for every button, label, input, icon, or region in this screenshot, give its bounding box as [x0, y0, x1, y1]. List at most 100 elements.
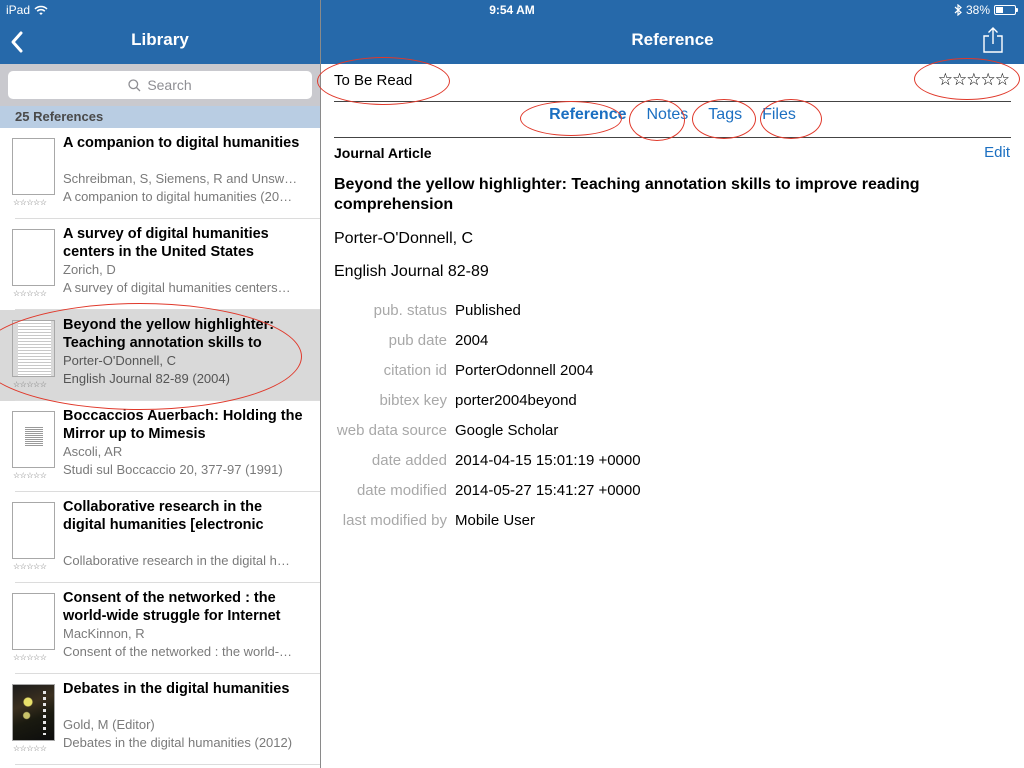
field-row: bibtex key porter2004beyond [321, 385, 921, 415]
reference-thumbnail [12, 684, 55, 741]
reference-item-authors: Schreibman, S, Siemens, R and Unsw… [63, 171, 298, 186]
reference-text: Collaborative research in the digital hu… [63, 498, 306, 570]
reference-item-authors [63, 534, 306, 552]
mini-rating-stars: ☆☆☆☆☆ [13, 744, 47, 753]
reference-author: Porter-O'Donnell, C [334, 230, 474, 247]
field-value: porter2004beyond [455, 391, 577, 409]
field-label: pub date [388, 331, 447, 349]
reference-text: Boccaccios Auerbach: Holding the Mirror … [63, 407, 306, 479]
reference-thumbnail [12, 593, 55, 650]
search-bar: Search [0, 64, 320, 106]
library-pane: Search 25 References ☆☆☆☆☆ A companion to… [0, 64, 320, 768]
reference-list-item[interactable]: ☆☆☆☆☆ Consent of the networked : the worl… [0, 583, 320, 674]
mini-rating-stars: ☆☆☆☆☆ [13, 198, 47, 207]
navigation-bar: iPad 9:54 AM 38% Library Reference [0, 0, 1024, 64]
reference-item-authors: Zorich, D [63, 262, 116, 277]
bluetooth-icon [954, 4, 962, 16]
reference-item-source: English Journal 82-89 (2004) [63, 371, 230, 386]
reference-item-title: Debates in the digital humanities [63, 681, 290, 697]
tab-files[interactable]: Files [762, 106, 796, 124]
reference-thumbnail [12, 320, 55, 377]
battery-fill [996, 7, 1003, 13]
reference-item-source: A companion to digital humanities (20… [63, 189, 293, 204]
mini-rating-stars: ☆☆☆☆☆ [13, 562, 47, 571]
status-time: 9:54 AM [489, 3, 535, 17]
mini-rating-stars: ☆☆☆☆☆ [13, 471, 47, 480]
reference-detail-pane: To Be Read ☆☆☆☆☆ Reference Notes Tags Files… [321, 64, 1024, 768]
field-row: pub date 2004 [321, 325, 921, 355]
field-value: Published [455, 301, 521, 319]
field-row: pub. status Published [321, 295, 921, 325]
field-value: Mobile User [455, 511, 536, 529]
field-value: 2014-05-27 15:41:27 +0000 [455, 481, 641, 499]
search-input[interactable]: Search [8, 71, 312, 99]
mini-rating-stars: ☆☆☆☆☆ [13, 653, 47, 662]
field-value: 2004 [455, 331, 489, 349]
reference-journal: English Journal 82-89 [334, 263, 489, 280]
reference-item-authors: MacKinnon, R [63, 626, 145, 641]
reference-item-source: Collaborative research in the digital h… [63, 553, 290, 568]
field-row: date added 2014-04-15 15:01:19 +0000 [321, 445, 921, 475]
reference-text: A survey of digital humanities centers i… [63, 225, 306, 297]
tab-reference[interactable]: Reference [549, 106, 626, 124]
reference-item-authors: Gold, M (Editor) [63, 717, 155, 732]
app-window: iPad 9:54 AM 38% Library Reference Searc… [0, 0, 1024, 768]
search-placeholder: Search [147, 77, 192, 93]
references-count: 25 References [0, 106, 320, 128]
reference-list-item[interactable]: ☆☆☆☆☆ Debates in the digital humanities Go… [0, 674, 320, 765]
detail-tabs: Reference Notes Tags Files [321, 106, 1024, 124]
reference-thumbnail [12, 138, 55, 195]
field-row: citation id PorterOdonnell 2004 [321, 355, 921, 385]
battery-icon [994, 5, 1018, 15]
field-value: 2014-04-15 15:01:19 +0000 [455, 451, 641, 469]
reference-title: Reference [631, 30, 714, 49]
folder-name[interactable]: To Be Read [334, 72, 412, 89]
reference-title-text: Beyond the yellow highlighter: Teaching … [334, 176, 920, 213]
field-value: Google Scholar [455, 421, 559, 439]
tab-notes[interactable]: Notes [647, 106, 689, 124]
reference-text: Beyond the yellow highlighter: Teaching … [63, 316, 306, 388]
reference-item-title: A companion to digital humanities [63, 135, 300, 151]
reference-thumbnail [12, 411, 55, 468]
reference-item-title: Collaborative research in the digital hu… [63, 499, 264, 533]
reference-fields: pub. status Published pub date 2004 citation… [321, 295, 921, 535]
reference-list: ☆☆☆☆☆ A companion to digital humanities Sc… [0, 128, 320, 765]
reference-list-item[interactable]: ☆☆☆☆☆ A companion to digital humanities Sc… [0, 128, 320, 219]
divider [334, 137, 1011, 138]
reference-list-item[interactable]: ☆☆☆☆☆ Boccaccios Auerbach: Holding the Mi… [0, 401, 320, 492]
reference-item-title: Consent of the networked : the world-wid… [63, 590, 281, 624]
field-value: PorterOdonnell 2004 [455, 361, 594, 379]
rating-stars[interactable]: ☆☆☆☆☆ [938, 70, 1010, 90]
pane-divider [320, 0, 321, 768]
reference-type: Journal Article [334, 145, 432, 161]
search-icon [128, 78, 141, 91]
reference-text: Consent of the networked : the world-wid… [63, 589, 306, 661]
edit-button[interactable]: Edit [984, 144, 1010, 161]
reference-thumbnail [12, 502, 55, 559]
field-label: citation id [383, 361, 447, 379]
reference-item-source: Debates in the digital humanities (2012) [63, 735, 293, 750]
mini-rating-stars: ☆☆☆☆☆ [13, 289, 47, 298]
divider [334, 101, 1011, 102]
reference-list-item[interactable]: ☆☆☆☆☆ Collaborative research in the digit… [0, 492, 320, 583]
field-row: date modified 2014-05-27 15:41:27 +0000 [321, 475, 921, 505]
reference-item-source: A survey of digital humanities centers… [63, 280, 291, 295]
reference-list-item[interactable]: ☆☆☆☆☆ Beyond the yellow highlighter: Teac… [0, 310, 320, 401]
reference-text: Debates in the digital humanities Gold, M… [63, 680, 306, 752]
share-button[interactable] [982, 26, 1004, 54]
reference-item-title: A survey of digital humanities centers i… [63, 226, 269, 260]
reference-item-source: Studi sul Boccaccio 20, 377-97 (1991) [63, 462, 283, 477]
reference-item-title: Boccaccios Auerbach: Holding the Mirror … [63, 408, 303, 442]
library-title: Library [131, 30, 189, 49]
field-label: pub. status [373, 301, 447, 319]
tab-tags[interactable]: Tags [708, 106, 742, 124]
reference-item-authors: Ascoli, AR [63, 444, 123, 459]
field-label: last modified by [342, 511, 447, 529]
reference-text: A companion to digital humanities Schreib… [63, 134, 306, 206]
field-label: date added [371, 451, 447, 469]
battery-percent: 38% [965, 3, 990, 17]
field-label: date modified [356, 481, 447, 499]
mini-rating-stars: ☆☆☆☆☆ [13, 380, 47, 389]
field-row: web data source Google Scholar [321, 415, 921, 445]
reference-list-item[interactable]: ☆☆☆☆☆ A survey of digital humanities cent… [0, 219, 320, 310]
